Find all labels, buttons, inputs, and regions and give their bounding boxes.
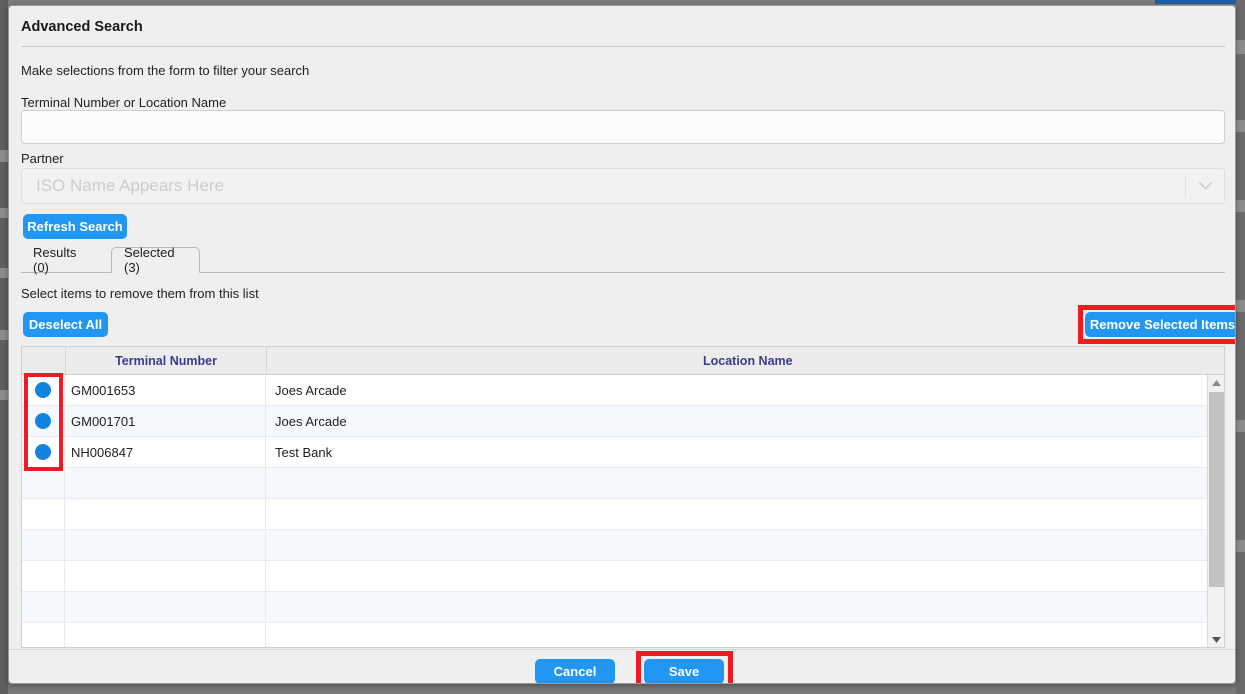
cell-location-name — [267, 561, 1207, 591]
table-row[interactable] — [22, 623, 1224, 647]
tabstrip-baseline — [21, 272, 1225, 273]
selected-radio-icon[interactable] — [35, 382, 51, 398]
cell-terminal-number — [66, 623, 266, 647]
row-select-cell[interactable] — [22, 530, 65, 560]
browser-tab-strip — [1155, 0, 1245, 4]
selected-list-hint: Select items to remove them from this li… — [21, 286, 259, 301]
row-select-cell[interactable] — [22, 375, 65, 405]
table-row[interactable] — [22, 499, 1224, 530]
terminal-or-location-input[interactable] — [21, 110, 1225, 144]
table-row[interactable]: NH006847 Test Bank — [22, 437, 1224, 468]
row-select-cell[interactable] — [22, 561, 65, 591]
row-select-cell[interactable] — [22, 592, 65, 622]
scroll-up-arrow-icon[interactable] — [1208, 375, 1224, 391]
advanced-search-dialog: Advanced Search Make selections from the… — [8, 5, 1236, 684]
partner-field-label: Partner — [21, 151, 64, 166]
cell-terminal-number — [66, 561, 266, 591]
row-select-cell[interactable] — [22, 406, 65, 436]
cancel-button[interactable]: Cancel — [535, 659, 615, 683]
tab-results[interactable]: Results (0) — [21, 245, 101, 275]
selected-radio-icon[interactable] — [35, 413, 51, 429]
right-gutter — [1236, 0, 1245, 694]
form-hint-text: Make selections from the form to filter … — [21, 63, 310, 78]
table-row[interactable]: GM001701 Joes Arcade — [22, 406, 1224, 437]
row-select-cell[interactable] — [22, 623, 65, 647]
cell-location-name — [267, 468, 1207, 498]
table-body: GM001653 Joes Arcade GM001701 Joes Arcade NH… — [22, 375, 1224, 647]
footer-divider — [9, 649, 1235, 650]
cell-terminal-number — [66, 499, 266, 529]
cell-location-name — [267, 623, 1207, 647]
column-header-location-name[interactable]: Location Name — [267, 347, 1224, 374]
row-select-cell[interactable] — [22, 437, 65, 467]
cell-terminal-number — [66, 530, 266, 560]
cell-terminal-number: GM001653 — [66, 375, 266, 405]
partner-select-placeholder: ISO Name Appears Here — [36, 176, 225, 195]
table-row[interactable] — [22, 592, 1224, 623]
selected-items-table: Terminal Number Location Name GM001653 Jo… — [21, 346, 1225, 648]
column-header-select[interactable] — [22, 347, 65, 374]
table-row[interactable] — [22, 468, 1224, 499]
select-divider — [1185, 176, 1186, 198]
cell-location-name: Test Bank — [275, 444, 333, 460]
table-vertical-scrollbar[interactable] — [1207, 375, 1224, 647]
results-tabs: Results (0) Selected (3) — [21, 245, 1225, 275]
tab-selected[interactable]: Selected (3) — [111, 245, 200, 275]
cell-terminal-number: NH006847 — [66, 437, 266, 467]
left-gutter — [0, 0, 8, 694]
table-row[interactable]: GM001653 Joes Arcade — [22, 375, 1224, 406]
deselect-all-button[interactable]: Deselect All — [23, 312, 108, 337]
refresh-search-button[interactable]: Refresh Search — [23, 214, 127, 239]
column-header-terminal-number[interactable]: Terminal Number — [66, 347, 266, 374]
cell-location-name: Joes Arcade — [275, 382, 347, 398]
dialog-title: Advanced Search — [21, 19, 143, 35]
table-row[interactable] — [22, 561, 1224, 592]
cell-terminal-number — [66, 592, 266, 622]
save-button[interactable]: Save — [644, 659, 724, 683]
cell-terminal-number: GM001701 — [66, 406, 266, 436]
terminal-field-label: Terminal Number or Location Name — [21, 95, 227, 110]
row-select-cell[interactable] — [22, 468, 65, 498]
partner-select[interactable]: ISO Name Appears Here — [21, 168, 1225, 204]
cell-location-name — [267, 592, 1207, 622]
cell-location-name — [267, 530, 1207, 560]
remove-selected-items-button[interactable]: Remove Selected Items — [1085, 312, 1235, 337]
scrollbar-thumb[interactable] — [1209, 392, 1224, 587]
cell-location-name: Joes Arcade — [275, 413, 347, 429]
scroll-down-arrow-icon[interactable] — [1208, 632, 1224, 647]
table-row[interactable] — [22, 530, 1224, 561]
row-select-cell[interactable] — [22, 499, 65, 529]
title-divider — [21, 46, 1225, 47]
cell-terminal-number — [66, 468, 266, 498]
cell-location-name — [267, 499, 1207, 529]
selected-radio-icon[interactable] — [35, 444, 51, 460]
table-header-row: Terminal Number Location Name — [22, 347, 1224, 375]
chevron-down-icon — [1199, 182, 1212, 190]
